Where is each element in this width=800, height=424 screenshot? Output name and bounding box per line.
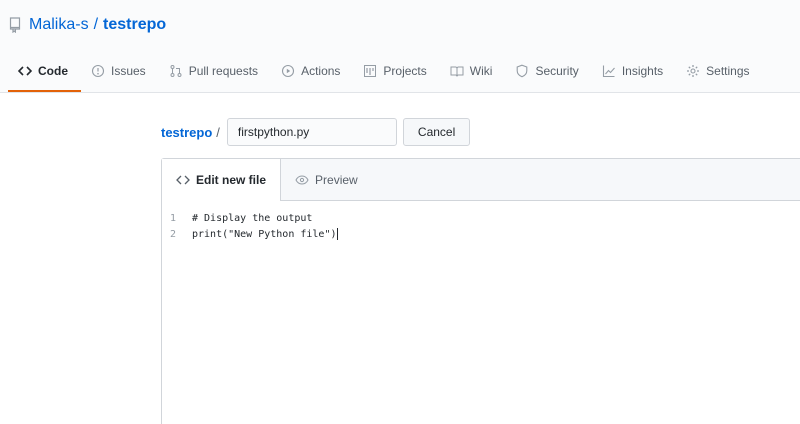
file-path-row: testrepo / Cancel	[161, 118, 471, 146]
tab-code[interactable]: Code	[8, 55, 81, 92]
tab-label: Preview	[315, 172, 358, 187]
code-editor[interactable]: 1 # Display the output 2 print("New Pyth…	[162, 201, 800, 242]
code-icon	[18, 66, 32, 76]
text-cursor	[336, 228, 338, 240]
tab-actions[interactable]: Actions	[271, 55, 353, 87]
eye-icon	[295, 174, 309, 185]
breadcrumb-separator: /	[216, 124, 220, 140]
line-number: 1	[169, 212, 176, 224]
tab-label: Projects	[383, 64, 427, 78]
filename-input[interactable]	[226, 118, 397, 146]
repo-nav-tabs: Code Issues Pull requests Actions Projec…	[8, 55, 763, 92]
tab-security[interactable]: Security	[505, 55, 591, 87]
tab-edit-new-file[interactable]: Edit new file	[162, 159, 282, 201]
code-line: 1 # Display the output	[162, 210, 800, 226]
tab-label: Actions	[301, 64, 341, 78]
line-content: print("New Python file")	[192, 228, 337, 240]
cancel-button[interactable]: Cancel	[402, 118, 471, 146]
tab-label: Edit new file	[196, 173, 267, 187]
tab-projects[interactable]: Projects	[353, 55, 439, 87]
tab-label: Issues	[111, 64, 146, 78]
tab-settings[interactable]: Settings	[676, 55, 762, 87]
tab-label: Pull requests	[188, 64, 259, 78]
line-number: 2	[169, 228, 176, 240]
repo-title-separator: /	[93, 16, 99, 33]
tab-insights[interactable]: Insights	[592, 55, 676, 87]
shield-icon	[517, 64, 528, 78]
project-icon	[364, 65, 377, 77]
file-editor-tabs: Edit new file Preview	[162, 159, 800, 201]
new-file-editor: testrepo / Cancel Edit new file Preview	[161, 118, 800, 424]
breadcrumb-repo-link[interactable]: testrepo	[161, 125, 212, 140]
tab-wiki[interactable]: Wiki	[440, 55, 506, 87]
gear-icon	[687, 65, 700, 77]
tab-label: Security	[535, 64, 579, 78]
repo-title: Malika-s / testrepo	[8, 14, 166, 36]
code-icon	[176, 175, 190, 185]
tab-label: Insights	[621, 64, 664, 78]
tab-label: Code	[38, 64, 68, 78]
play-icon	[282, 64, 295, 78]
tab-issues[interactable]: Issues	[81, 55, 159, 87]
repo-icon	[9, 17, 21, 33]
line-content: # Display the output	[192, 212, 313, 224]
tab-label: Wiki	[469, 64, 493, 78]
tab-label: Settings	[706, 64, 750, 78]
repo-owner-link[interactable]: Malika-s	[29, 16, 89, 34]
book-icon	[450, 66, 464, 77]
file-editor-box: Edit new file Preview 1 # Display the ou…	[161, 158, 800, 424]
tab-pull-requests[interactable]: Pull requests	[159, 55, 271, 87]
code-line: 2 print("New Python file")	[162, 226, 800, 242]
tab-preview[interactable]: Preview	[281, 159, 372, 200]
repo-header: Malika-s / testrepo Code Issues Pull req…	[0, 0, 800, 93]
repo-name-link[interactable]: testrepo	[103, 16, 166, 34]
issue-icon	[91, 64, 105, 78]
graph-icon	[602, 65, 615, 78]
pull-request-icon	[170, 65, 182, 77]
